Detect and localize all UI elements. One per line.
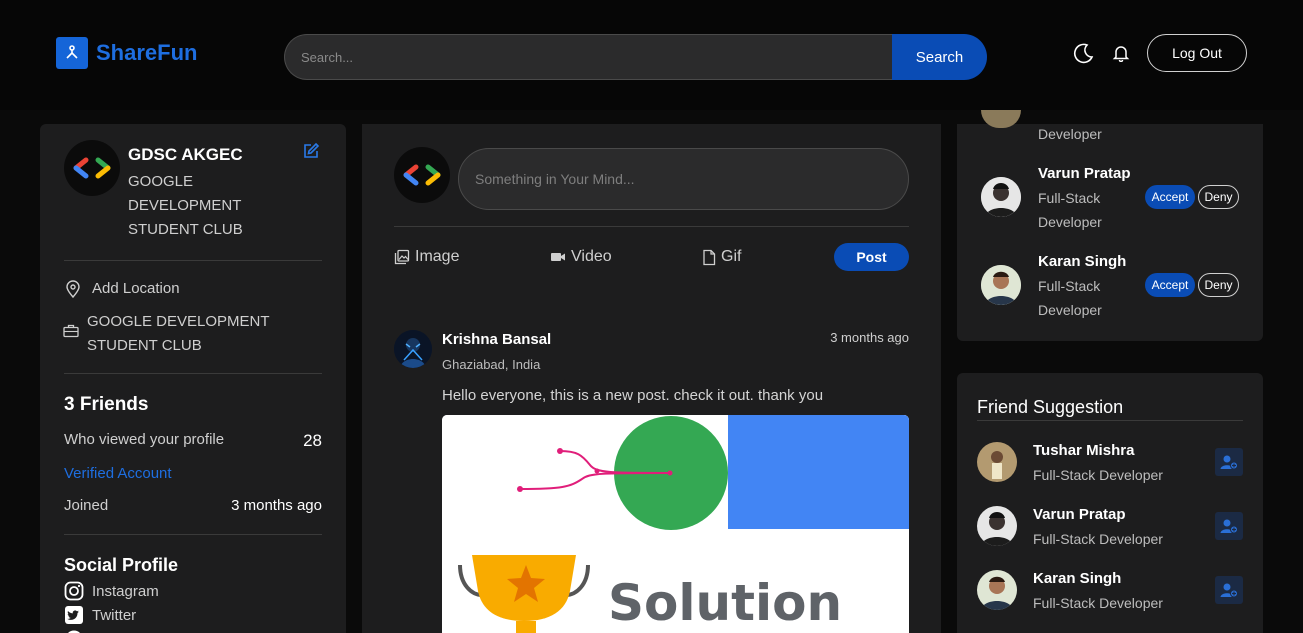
- instagram-link[interactable]: Instagram: [64, 581, 159, 601]
- workplace-line: STUDENT CLUB: [87, 337, 202, 354]
- suggestion-avatar[interactable]: [977, 570, 1017, 610]
- workplace-line: GOOGLE DEVELOPMENT: [87, 313, 270, 330]
- profile-org-line: STUDENT CLUB: [128, 221, 243, 238]
- profile-org-line: DEVELOPMENT: [128, 197, 242, 214]
- add-location-link[interactable]: Add Location: [92, 280, 180, 297]
- gif-upload-button[interactable]: Gif: [702, 248, 741, 266]
- deny-request-button[interactable]: Deny: [1198, 273, 1239, 297]
- add-friend-button[interactable]: [1215, 448, 1243, 476]
- add-friend-button[interactable]: [1215, 576, 1243, 604]
- suggestion-name[interactable]: Varun Pratap: [1033, 506, 1126, 523]
- feed-card: Image Video Gif Post Krishna Bansal Ghaz…: [362, 124, 941, 633]
- deny-request-button[interactable]: Deny: [1198, 185, 1239, 209]
- bell-icon[interactable]: [1112, 44, 1130, 67]
- divider: [64, 260, 322, 261]
- friend-suggestion-title: Friend Suggestion: [977, 397, 1124, 417]
- request-avatar[interactable]: [981, 177, 1021, 217]
- briefcase-icon: [63, 324, 79, 343]
- divider: [977, 420, 1243, 421]
- social-link-partial[interactable]: [64, 629, 84, 633]
- post-author-name[interactable]: Krishna Bansal: [442, 331, 551, 348]
- request-name[interactable]: Karan Singh: [1038, 253, 1126, 270]
- request-role-partial: Developer: [1038, 126, 1102, 142]
- social-icon: [67, 630, 81, 633]
- suggestion-role: Full-Stack Developer: [1033, 595, 1163, 611]
- instagram-label: Instagram: [92, 582, 159, 600]
- top-navbar: ShareFun Search Log Out: [0, 0, 1303, 110]
- suggestion-role: Full-Stack Developer: [1033, 531, 1163, 547]
- search-bar: Search: [284, 34, 987, 80]
- profile-avatar[interactable]: [64, 140, 120, 196]
- instagram-icon: [64, 581, 84, 601]
- request-role-line: Full-Stack: [1038, 190, 1101, 206]
- post-button[interactable]: Post: [834, 243, 909, 271]
- request-name[interactable]: Varun Pratap: [1038, 165, 1131, 182]
- suggestion-name[interactable]: Tushar Mishra: [1033, 442, 1134, 459]
- logo-text: ShareFun: [96, 40, 198, 65]
- logout-button[interactable]: Log Out: [1147, 34, 1247, 72]
- post-image[interactable]: Solution: [442, 415, 909, 633]
- composer-avatar: [394, 147, 450, 203]
- joined-label: Joined: [64, 497, 109, 514]
- request-role-line: Developer: [1038, 214, 1102, 230]
- verified-account-link[interactable]: Verified Account: [64, 465, 172, 482]
- request-role-line: Developer: [1038, 302, 1102, 318]
- twitter-label: Twitter: [92, 606, 137, 624]
- divider: [64, 373, 322, 374]
- add-user-icon: [1220, 455, 1238, 470]
- video-upload-button[interactable]: Video: [550, 248, 612, 266]
- joined-value: 3 months ago: [231, 497, 322, 514]
- gif-file-icon: [703, 249, 716, 265]
- image-icon: [394, 249, 410, 265]
- suggestion-role: Full-Stack Developer: [1033, 467, 1163, 483]
- twitter-link[interactable]: Twitter: [64, 605, 136, 625]
- request-role-line: Full-Stack: [1038, 278, 1101, 294]
- social-profile-title: Social Profile: [64, 555, 179, 575]
- post-location: Ghaziabad, India: [442, 357, 541, 372]
- suggestion-avatar[interactable]: [977, 442, 1017, 482]
- friend-suggestion-card: Friend Suggestion Tushar Mishra Full-Sta…: [957, 373, 1263, 633]
- search-input[interactable]: [284, 34, 892, 80]
- post-image-caption: Solution: [608, 574, 843, 632]
- logo-icon: [56, 37, 88, 69]
- search-button[interactable]: Search: [892, 34, 987, 80]
- accept-request-button[interactable]: Accept: [1145, 185, 1195, 209]
- workplace: GOOGLE DEVELOPMENT STUDENT CLUB: [87, 310, 287, 358]
- accept-request-button[interactable]: Accept: [1145, 273, 1195, 297]
- add-friend-button[interactable]: [1215, 512, 1243, 540]
- gif-label: Gif: [721, 248, 742, 265]
- profile-org-line: GOOGLE: [128, 173, 194, 190]
- request-avatar[interactable]: [981, 265, 1021, 305]
- profile-org: GOOGLE DEVELOPMENT STUDENT CLUB: [128, 170, 278, 242]
- post-text: Hello everyone, this is a new post. chec…: [442, 387, 824, 404]
- post-composer-input[interactable]: [458, 148, 909, 210]
- video-label: Video: [571, 248, 612, 265]
- post-author-avatar[interactable]: [394, 330, 432, 368]
- edit-icon[interactable]: [302, 142, 320, 165]
- add-user-icon: [1220, 583, 1238, 598]
- divider: [394, 226, 909, 227]
- app-logo[interactable]: ShareFun: [56, 37, 197, 69]
- add-user-icon: [1220, 519, 1238, 534]
- image-label: Image: [415, 248, 460, 265]
- image-upload-button[interactable]: Image: [394, 248, 459, 266]
- friends-count: 3 Friends: [64, 394, 149, 415]
- video-icon: [551, 253, 565, 261]
- request-role: Full-Stack Developer: [1038, 186, 1128, 234]
- request-avatar-partial[interactable]: [981, 110, 1021, 128]
- moon-icon[interactable]: [1073, 42, 1095, 69]
- profile-card: GDSC AKGEC GOOGLE DEVELOPMENT STUDENT CL…: [40, 124, 346, 633]
- twitter-icon: [65, 606, 83, 624]
- viewed-profile-count: 28: [303, 431, 322, 450]
- location-pin-icon: [65, 280, 81, 303]
- request-role: Full-Stack Developer: [1038, 274, 1128, 322]
- suggestion-name[interactable]: Karan Singh: [1033, 570, 1121, 587]
- profile-name: GDSC AKGEC: [128, 145, 243, 164]
- friend-requests-card: Developer Varun Pratap Full-Stack Develo…: [957, 110, 1263, 341]
- post-timestamp: 3 months ago: [830, 330, 909, 345]
- suggestion-avatar[interactable]: [977, 506, 1017, 546]
- viewed-profile-label: Who viewed your profile: [64, 431, 225, 448]
- divider: [64, 534, 322, 535]
